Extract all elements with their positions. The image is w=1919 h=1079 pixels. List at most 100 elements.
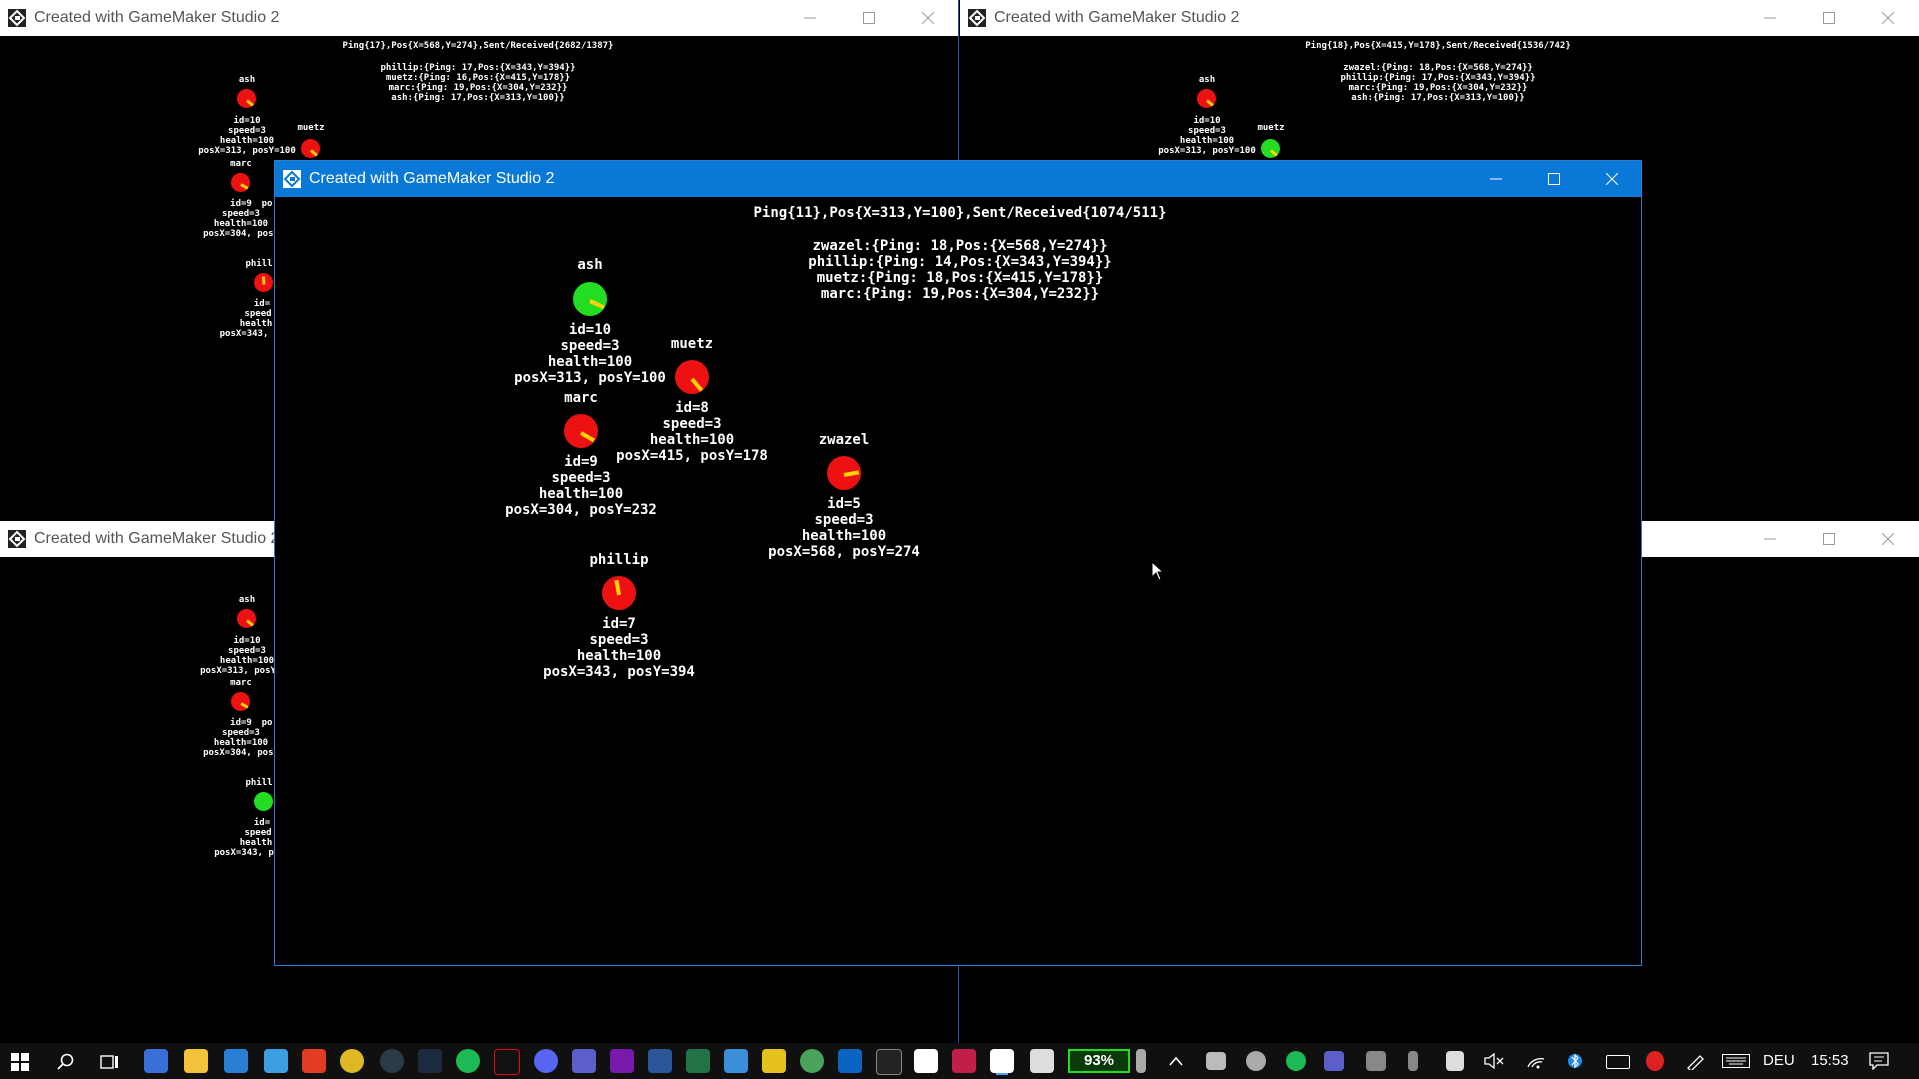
onenote-icon[interactable] [610,1049,634,1073]
taskbar: 93% DEU 15:53 [0,1043,1919,1079]
intellij-icon[interactable] [952,1049,976,1073]
close-button[interactable] [1859,521,1917,557]
player-marc-sprite [231,692,250,711]
chrome-icon[interactable] [340,1049,364,1073]
clock-time[interactable]: 15:53 [1811,1052,1849,1069]
office-icon[interactable] [302,1049,326,1073]
close-button[interactable] [899,0,957,36]
window-titlebar[interactable]: Created with GameMaker Studio 2 [0,0,958,36]
app-icon[interactable] [724,1049,748,1073]
game-window-main[interactable]: Created with GameMaker Studio 2 Ping{11}… [274,160,1642,966]
minimize-button[interactable] [1467,161,1525,197]
player-stat: health [239,319,273,329]
player-stat: id=5 [827,496,861,512]
l-app-icon[interactable] [264,1049,288,1073]
pen-icon[interactable] [1686,1052,1706,1070]
app-icon[interactable] [1136,1049,1146,1073]
player-stat: speed [244,309,272,319]
maximize-button[interactable] [1800,521,1858,557]
player-name: marc [230,678,252,688]
status-header: Ping{18},Pos{X=415,Y=178},Sent/Received{… [1305,41,1571,51]
player-stat: speed=3 [662,416,722,432]
store-icon[interactable] [144,1049,168,1073]
window-titlebar[interactable]: Created with GameMaker Studio 2 [960,0,1919,36]
app-icon[interactable] [762,1049,786,1073]
minimize-button[interactable] [1741,521,1799,557]
player-name: phillip [589,552,649,568]
gamemaker-icon [8,530,26,548]
player-stat: speed=3 [222,209,260,219]
player-phillip-sprite [254,792,273,811]
maximize-button[interactable] [840,0,898,36]
gamemaker-active-icon[interactable] [990,1049,1014,1073]
player-ash-sprite [573,282,607,316]
discord-icon[interactable] [534,1049,558,1073]
terminal-icon[interactable] [876,1049,902,1075]
player-stat: posX=304, posY [203,229,279,239]
app-icon[interactable] [380,1049,404,1073]
window-title: Created with GameMaker Studio 2 [309,170,555,187]
excel-icon[interactable] [686,1049,710,1073]
tray-icon[interactable] [1408,1051,1418,1071]
player-zwazel-sprite [827,456,861,490]
start-icon[interactable] [11,1053,29,1071]
spotify-icon[interactable] [456,1049,480,1073]
gamemaker-icon[interactable] [914,1049,938,1073]
input-language[interactable]: DEU [1763,1052,1795,1069]
battery-icon[interactable] [1606,1055,1630,1069]
player-stat: id=9 [230,718,252,728]
teams-icon[interactable] [572,1049,596,1073]
player-stat: speed=3 [814,512,874,528]
battery-indicator[interactable]: 93% [1068,1049,1130,1073]
player-name: muetz [297,123,325,133]
minimize-button[interactable] [781,0,839,36]
search-icon[interactable] [57,1053,75,1071]
window-title: Created with GameMaker Studio 2 [34,530,280,547]
chevron-up-icon[interactable] [1168,1055,1184,1067]
player-stat: posX=304, posY [203,748,279,758]
close-button[interactable] [1583,161,1641,197]
player-stat: id=10 [233,636,261,646]
close-button[interactable] [1859,0,1917,36]
player-stat: posX=304, posY=232 [505,502,657,518]
minimize-button[interactable] [1741,0,1799,36]
keyboard-icon[interactable] [1722,1054,1750,1068]
app-icon[interactable] [800,1049,824,1073]
player-name: muetz [670,336,714,352]
status-header: Ping{17},Pos{X=568,Y=274},Sent/Received{… [342,41,614,51]
mail-icon[interactable] [224,1049,248,1073]
player-stat: health=100 [1179,136,1235,146]
shield-icon[interactable] [1446,1051,1464,1071]
player-stat: id=9 [564,454,598,470]
other-player-line: zwazel:{Ping: 18,Pos:{X=568,Y=274}} [1343,63,1533,73]
player-stat: health=100 [213,219,269,229]
file-explorer-icon[interactable] [184,1049,208,1073]
volume-muted-icon[interactable] [1484,1053,1504,1069]
other-player-line: muetz:{Ping: 16,Pos:{X=415,Y=178}} [385,73,571,83]
screen-icon[interactable] [1030,1049,1054,1073]
wifi-icon[interactable] [1526,1053,1546,1069]
tray-icon[interactable] [1206,1052,1226,1070]
maximize-button[interactable] [1525,161,1583,197]
window-titlebar[interactable]: Created with GameMaker Studio 2 [275,161,1641,197]
maximize-button[interactable] [1800,0,1858,36]
notification-icon[interactable] [1869,1052,1889,1070]
gamemaker-icon [8,9,26,27]
discord-tray-icon[interactable] [1246,1051,1266,1071]
player-muetz-sprite [675,360,709,394]
player-stat: posX=313, posY=100 [198,146,296,156]
task-view-icon[interactable] [100,1053,120,1071]
spotify-tray-icon[interactable] [1286,1051,1306,1071]
player-stat: po [261,718,273,728]
teams-tray-icon[interactable] [1324,1051,1344,1071]
word-icon[interactable] [648,1049,672,1073]
bluetooth-icon[interactable] [1568,1051,1582,1071]
game-canvas[interactable]: Ping{11},Pos{X=313,Y=100},Sent/Received{… [275,198,1641,965]
player-stat: health=100 [538,486,624,502]
netflix-icon[interactable] [494,1049,520,1075]
player-stat: posX=313, posY [200,666,276,676]
tray-icon[interactable] [1646,1051,1664,1071]
tray-icon[interactable] [1366,1051,1386,1071]
steam-icon[interactable] [418,1049,442,1073]
outlook-icon[interactable] [838,1049,862,1073]
